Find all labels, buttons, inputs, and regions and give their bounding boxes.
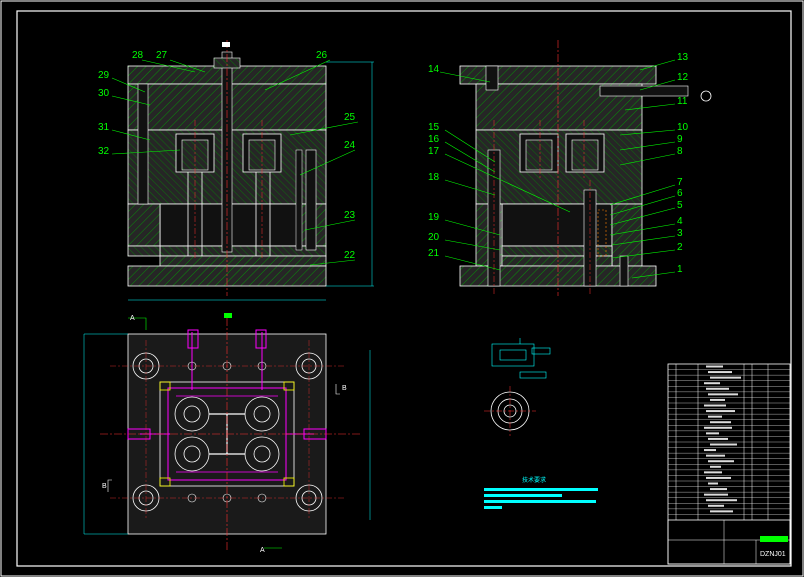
title-block-row-text [704, 404, 726, 407]
title-block-row-text [706, 410, 735, 413]
balloon-11: 11 [677, 96, 688, 107]
plan-view [83, 313, 371, 550]
balloon-9: 9 [677, 134, 683, 145]
title-block-row-text [704, 382, 720, 385]
title-block-row-text [710, 488, 727, 491]
balloon-19: 19 [428, 212, 440, 223]
balloon-10: 10 [677, 122, 689, 133]
title-block-row-text [708, 504, 724, 507]
balloon-12: 12 [677, 72, 689, 83]
balloon-13: 13 [677, 52, 689, 63]
balloon-5: 5 [677, 200, 683, 211]
drawing-number: DZNJ01 [760, 551, 786, 558]
balloon-7: 7 [677, 177, 683, 188]
balloon-3: 3 [677, 228, 683, 239]
title-block-row-text [704, 471, 722, 474]
balloon-28: 28 [132, 50, 144, 61]
balloon-21: 21 [428, 248, 440, 259]
balloon-31: 31 [98, 122, 110, 133]
mold-assembly-drawing: 28 27 26 29 30 25 31 32 24 23 22 14 13 1… [0, 0, 804, 577]
balloon-17: 17 [428, 146, 440, 157]
title-block-row-text [710, 465, 721, 468]
title-block-row-text [706, 387, 729, 390]
title-block-row-text [710, 376, 741, 379]
balloon-16: 16 [428, 134, 440, 145]
title-block-row-text [708, 482, 718, 485]
title-block-row-text [708, 460, 734, 463]
title-block-row-text [706, 365, 723, 368]
balloon-25: 25 [344, 112, 356, 123]
balloon-23: 23 [344, 210, 356, 221]
section-mark-b-right: B [342, 385, 347, 392]
part-detail [484, 338, 551, 436]
title-block-row-text [708, 415, 722, 418]
title-block-row-text [706, 454, 725, 457]
title-block-row-text [704, 426, 732, 429]
section-mark-a-top: A [130, 315, 135, 322]
title-block-row-text [706, 476, 731, 479]
title-block-row-text [710, 398, 725, 401]
balloon-2: 2 [677, 242, 683, 253]
title-block-row-text [710, 421, 731, 424]
title-block-row-text [710, 510, 733, 513]
front-section-view [127, 40, 374, 301]
title-block-rows [668, 365, 790, 515]
balloon-24: 24 [344, 140, 356, 151]
section-mark-a-bottom: A [260, 547, 265, 554]
balloon-30: 30 [98, 88, 110, 99]
balloon-14: 14 [428, 64, 440, 75]
balloon-26: 26 [316, 50, 328, 61]
balloon-15: 15 [428, 122, 440, 133]
technical-requirements: 技术要求 [484, 476, 598, 509]
title-block-row-text [708, 437, 728, 440]
balloon-18: 18 [428, 172, 440, 183]
title-block-row-text [708, 393, 738, 396]
balloon-32: 32 [98, 146, 110, 157]
title-block-row-text [704, 493, 728, 496]
balloon-8: 8 [677, 146, 683, 157]
balloon-6: 6 [677, 188, 683, 199]
title-block-row-text [704, 449, 716, 452]
balloon-27: 27 [156, 50, 168, 61]
tech-note-title: 技术要求 [522, 476, 546, 484]
balloon-29: 29 [98, 70, 110, 81]
section-mark-b-left: B [102, 483, 107, 490]
title-block-row-text [706, 499, 737, 502]
side-section-view [459, 40, 712, 296]
balloon-20: 20 [428, 232, 440, 243]
title-block-row-text [706, 432, 719, 435]
title-block-row-text [710, 443, 737, 446]
balloon-1: 1 [677, 264, 683, 275]
title-block-row-text [708, 371, 732, 374]
balloon-22: 22 [344, 250, 356, 261]
balloon-4: 4 [677, 216, 683, 227]
